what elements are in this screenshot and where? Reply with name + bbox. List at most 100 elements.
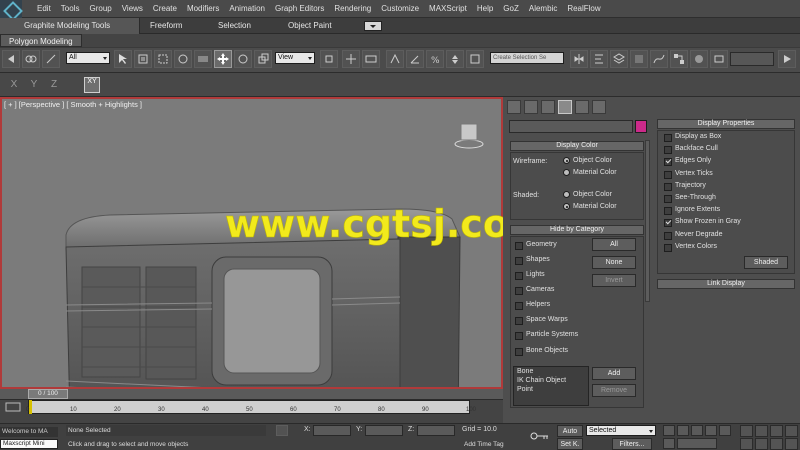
modify-tab-icon[interactable] bbox=[524, 100, 538, 114]
menu-create[interactable]: Create bbox=[148, 0, 182, 18]
viewcube-icon[interactable] bbox=[452, 120, 486, 150]
motion-tab-icon[interactable] bbox=[575, 100, 589, 114]
undo-icon[interactable] bbox=[2, 50, 20, 68]
go-to-start-icon[interactable] bbox=[663, 425, 675, 436]
menu-animation[interactable]: Animation bbox=[224, 0, 270, 18]
scale-icon[interactable] bbox=[254, 50, 272, 68]
shaded-object-color-radio[interactable] bbox=[563, 191, 570, 198]
edit-named-selection-icon[interactable] bbox=[466, 50, 484, 68]
menu-alembic[interactable]: Alembic bbox=[524, 0, 562, 18]
category-list[interactable]: Bone IK Chain Object Point bbox=[513, 366, 589, 406]
align-icon[interactable] bbox=[590, 50, 608, 68]
menu-goz[interactable]: GoZ bbox=[498, 0, 524, 18]
hide-none-button[interactable]: None bbox=[592, 256, 636, 269]
mirror-icon[interactable] bbox=[570, 50, 588, 68]
previous-frame-icon[interactable] bbox=[677, 425, 689, 436]
rect-selection-region-icon[interactable] bbox=[154, 50, 172, 68]
curve-editor-icon[interactable] bbox=[650, 50, 668, 68]
zoom-extents-all-icon[interactable] bbox=[785, 425, 798, 437]
display-properties-rollout-header[interactable]: Display Properties bbox=[657, 119, 795, 129]
time-slider[interactable] bbox=[0, 389, 503, 400]
ribbon-options-dropdown[interactable] bbox=[364, 21, 382, 31]
window-crossing-icon[interactable] bbox=[174, 50, 192, 68]
go-to-end-icon[interactable] bbox=[719, 425, 731, 436]
display-tab-icon[interactable] bbox=[558, 100, 572, 114]
display-property-checkbox[interactable] bbox=[664, 170, 672, 179]
command-panel-scrollbar[interactable] bbox=[645, 140, 650, 302]
y-coordinate-field[interactable] bbox=[365, 425, 403, 436]
tab-polygon-modeling[interactable]: Polygon Modeling bbox=[0, 34, 82, 47]
menu-customize[interactable]: Customize bbox=[376, 0, 424, 18]
display-property-checkbox[interactable] bbox=[664, 231, 672, 240]
axis-x-button[interactable]: X bbox=[6, 77, 22, 93]
hide-geometry-checkbox[interactable] bbox=[515, 242, 523, 250]
material-editor-icon[interactable] bbox=[690, 50, 708, 68]
next-frame-icon[interactable] bbox=[705, 425, 717, 436]
add-category-button[interactable]: Add bbox=[592, 367, 636, 380]
schematic-view-icon[interactable] bbox=[670, 50, 688, 68]
z-coordinate-field[interactable] bbox=[417, 425, 455, 436]
x-coordinate-field[interactable] bbox=[313, 425, 351, 436]
remove-category-button[interactable]: Remove bbox=[592, 384, 636, 397]
field-of-view-icon[interactable] bbox=[740, 438, 753, 450]
layer-manager-icon[interactable] bbox=[610, 50, 628, 68]
display-property-checkbox[interactable] bbox=[664, 182, 672, 191]
tab-freeform[interactable]: Freeform bbox=[150, 18, 182, 34]
auto-key-button[interactable]: Auto bbox=[557, 425, 583, 437]
display-property-checkbox[interactable] bbox=[664, 195, 672, 203]
current-frame-field[interactable] bbox=[677, 438, 717, 449]
shaded-button[interactable]: Shaded bbox=[744, 256, 788, 269]
axis-xy-button[interactable]: XY bbox=[84, 77, 100, 93]
hide-cameras-checkbox[interactable] bbox=[515, 287, 523, 295]
display-color-rollout-header[interactable]: Display Color bbox=[510, 141, 644, 151]
create-tab-icon[interactable] bbox=[507, 100, 521, 114]
menu-tools[interactable]: Tools bbox=[56, 0, 85, 18]
maxscript-mini-listener[interactable]: Maxscript Mini bbox=[0, 439, 58, 449]
hide-space-warps-checkbox[interactable] bbox=[515, 317, 523, 325]
selection-filter-select[interactable]: All bbox=[66, 52, 110, 64]
menu-graph-editors[interactable]: Graph Editors bbox=[270, 0, 329, 18]
menu-modifiers[interactable]: Modifiers bbox=[182, 0, 224, 18]
hide-all-button[interactable]: All bbox=[592, 238, 636, 251]
window-crossing-toggle-icon[interactable] bbox=[194, 50, 212, 68]
viewport-label[interactable]: [ + ] [Perspective ] [ Smooth + Highligh… bbox=[4, 100, 142, 109]
link-display-rollout-header[interactable]: Link Display bbox=[657, 279, 795, 289]
menu-realflow[interactable]: RealFlow bbox=[562, 0, 605, 18]
hide-invert-button[interactable]: Invert bbox=[592, 274, 636, 287]
utilities-tab-icon[interactable] bbox=[592, 100, 606, 114]
zoom-extents-icon[interactable] bbox=[770, 425, 783, 437]
link-icon[interactable] bbox=[22, 50, 40, 68]
open-mini-curve-editor-icon[interactable] bbox=[4, 401, 24, 413]
graphite-toggle-icon[interactable] bbox=[630, 50, 648, 68]
display-property-checkbox[interactable] bbox=[664, 243, 672, 252]
hide-helpers-checkbox[interactable] bbox=[515, 302, 523, 310]
pan-icon[interactable] bbox=[755, 438, 768, 450]
select-by-name-icon[interactable] bbox=[134, 50, 152, 68]
time-slider-thumb[interactable]: 0 / 100 bbox=[28, 389, 68, 399]
menu-rendering[interactable]: Rendering bbox=[329, 0, 376, 18]
tab-object-paint[interactable]: Object Paint bbox=[288, 18, 332, 34]
hide-lights-checkbox[interactable] bbox=[515, 272, 523, 280]
display-property-checkbox[interactable] bbox=[664, 146, 672, 155]
add-time-tag-button[interactable]: Add Time Tag bbox=[464, 441, 504, 448]
key-mode-select[interactable]: Selected bbox=[586, 425, 656, 436]
object-color-swatch[interactable] bbox=[635, 120, 647, 133]
menu-help[interactable]: Help bbox=[472, 0, 498, 18]
wireframe-material-color-radio[interactable] bbox=[563, 169, 570, 176]
tab-graphite-modeling-tools[interactable]: Graphite Modeling Tools bbox=[0, 18, 140, 34]
maxscript-listener-line[interactable]: Welcome to MA bbox=[0, 427, 58, 437]
key-filters-button[interactable]: Filters... bbox=[612, 438, 652, 450]
reference-coordinate-select[interactable]: View bbox=[275, 52, 315, 64]
zoom-all-icon[interactable] bbox=[755, 425, 768, 437]
render-setup-icon[interactable] bbox=[710, 50, 728, 68]
list-item[interactable]: Point bbox=[517, 386, 533, 393]
hide-shapes-checkbox[interactable] bbox=[515, 257, 523, 265]
menu-maxscript[interactable]: MAXScript bbox=[424, 0, 472, 18]
angle-snap-icon[interactable] bbox=[406, 50, 424, 68]
object-name-field[interactable] bbox=[509, 120, 633, 133]
display-property-checkbox[interactable] bbox=[664, 134, 672, 142]
tab-selection[interactable]: Selection bbox=[218, 18, 251, 34]
percent-snap-icon[interactable]: % bbox=[426, 50, 444, 68]
spinner-snap-icon[interactable] bbox=[446, 50, 464, 68]
app-logo-icon[interactable] bbox=[0, 0, 22, 18]
